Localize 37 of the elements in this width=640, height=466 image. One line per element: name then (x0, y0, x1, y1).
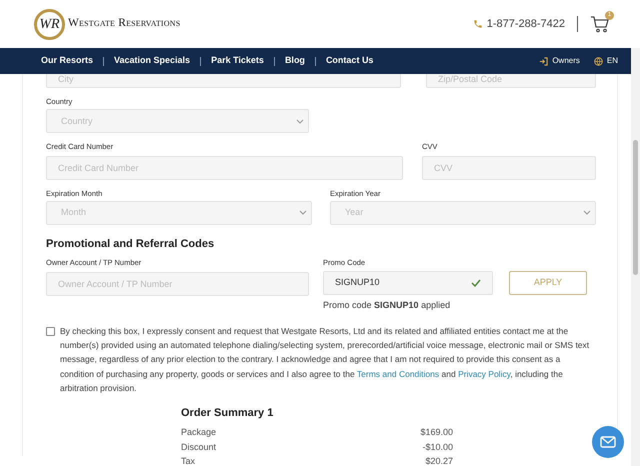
language-selector[interactable]: EN (594, 55, 618, 67)
promo-applied-message: Promo code SIGNUP10 applied (323, 298, 452, 312)
phone-number[interactable]: 1-877-288-7422 (486, 16, 565, 32)
nav-link[interactable]: Our Resorts (41, 54, 94, 68)
logo-emblem[interactable]: WR (34, 8, 65, 40)
chevron-down-icon (299, 210, 307, 216)
summary-label: Discount (181, 440, 216, 454)
section-heading: Promotional and Referral Codes (46, 236, 216, 252)
input-field[interactable]: Owner Account / TP Number (46, 272, 309, 296)
phone-icon (472, 19, 483, 29)
terms-link[interactable]: Terms and Conditions (356, 368, 440, 379)
nav-link[interactable]: Park Tickets (211, 54, 264, 68)
summary-amount: -$10.00 (422, 440, 453, 454)
consent-checkbox[interactable] (46, 327, 55, 336)
cart-icon[interactable] (590, 15, 610, 33)
sign-in-icon (539, 56, 548, 66)
scrollbar[interactable] (631, 48, 640, 466)
chevron-down-icon (296, 118, 304, 124)
input-field[interactable]: CVV (422, 156, 596, 180)
privacy-link[interactable]: Privacy Policy (458, 368, 510, 379)
nav-link[interactable]: Vacation Specials (114, 54, 190, 68)
nav-link[interactable]: Blog (284, 54, 305, 68)
order-summary-title: Order Summary 1 (181, 406, 274, 422)
promo-code-field[interactable]: SIGNUP10 (323, 270, 493, 294)
globe-icon (594, 56, 603, 66)
summary-label: Package (181, 426, 216, 440)
input-field[interactable]: Credit Card Number (46, 156, 403, 180)
chevron-down-icon (583, 210, 591, 216)
email-chat-button[interactable] (592, 426, 624, 458)
summary-label: Tax (181, 455, 196, 466)
summary-amount: $169.00 (420, 426, 453, 440)
consent-text: By checking this box, I expressly consent and request that Westgate Resorts, Ltd and its related and affiliated entities contact me at the number(s) provided using an automated telephone dialing/selecting system, prerecorded/artificial voice message, electronic mail or SMS text message, regardless of any prior election to the contrary. I acknowledge and agree that I am not required to provide this consent as a condition of purchasing any property, goods or services and I also agree to the Terms and Conditions and Privacy Policy, including the arbitration provision. (60, 325, 590, 395)
envelope-icon (600, 436, 616, 448)
summary-amount: $20.27 (425, 455, 453, 466)
brand-name[interactable]: Westgate Reservations (68, 15, 180, 33)
owners-link[interactable]: Owners (539, 55, 580, 67)
nav-link[interactable]: Contact Us (326, 54, 374, 68)
